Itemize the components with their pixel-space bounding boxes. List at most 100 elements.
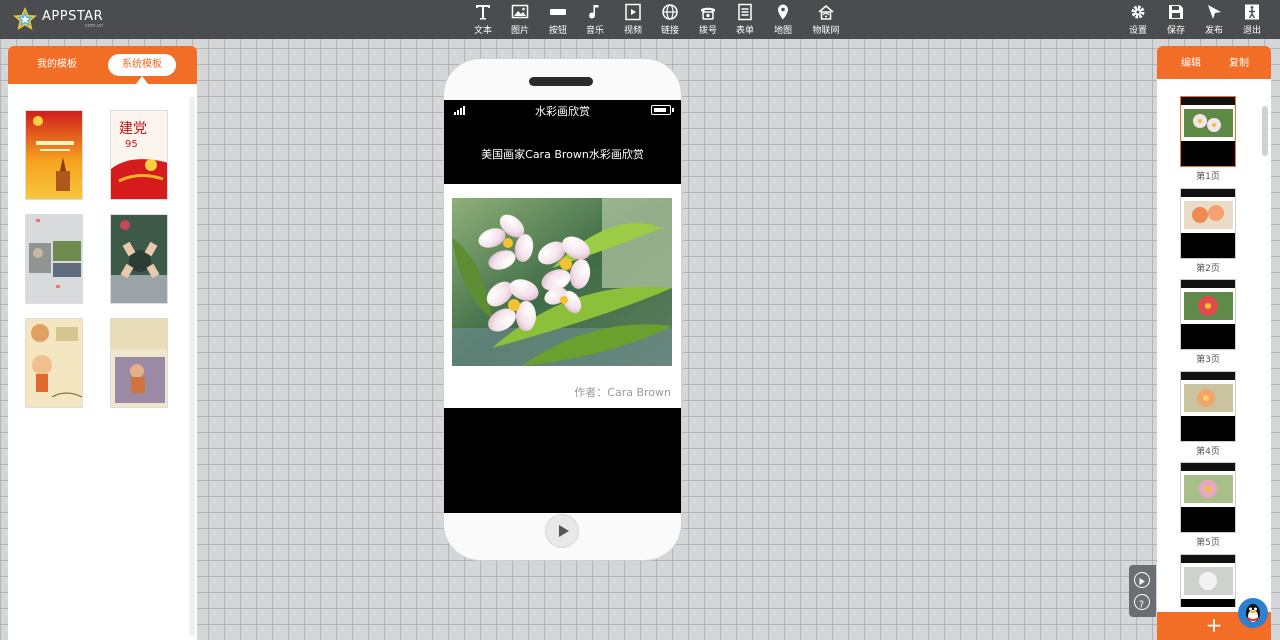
globe-icon: [662, 4, 678, 20]
map-pin-icon: [778, 4, 788, 20]
form-icon: [738, 3, 752, 21]
battery-icon: [651, 105, 674, 115]
page-item-3[interactable]: 第3页: [1180, 279, 1236, 365]
template-tabs: 我的模板 系统模板: [8, 46, 197, 84]
save-icon: [1169, 5, 1183, 19]
template-2-title: 建党: [119, 121, 147, 137]
tool-image[interactable]: 图片: [502, 3, 538, 37]
pages-panel: 编辑 复制 第1页 第2页 第3页 第4页 第5页 +: [1157, 46, 1271, 640]
page-3-preview: [1184, 292, 1233, 320]
tool-image-label: 图片: [510, 26, 529, 36]
page-item-5[interactable]: 第5页: [1180, 462, 1236, 548]
page-thumbnail: [1180, 96, 1236, 167]
page-1-preview: [1184, 109, 1233, 137]
page-thumbnail: [1180, 279, 1236, 350]
svg-text:?: ?: [1139, 600, 1144, 611]
app-logo[interactable]: APPSTAR com.cn: [12, 5, 103, 33]
page-6-preview: [1184, 567, 1233, 595]
tool-music[interactable]: 音乐: [577, 3, 613, 37]
page-4-preview: [1184, 384, 1233, 412]
tool-video[interactable]: 视频: [615, 3, 651, 37]
iot-icon: [818, 5, 834, 20]
page-item-1[interactable]: 第1页: [1180, 96, 1236, 182]
watercolor-painting-image[interactable]: [452, 198, 672, 366]
page-thumbnail: [1180, 188, 1236, 259]
preview-play-button[interactable]: [545, 514, 579, 548]
author-caption[interactable]: 作者：Cara Brown: [574, 384, 671, 400]
phone-icon: [701, 7, 715, 20]
top-toolbar: APPSTAR com.cn 文本 图片 按钮 音乐 视频 链接 拨号 表单 地…: [0, 0, 1280, 39]
page-item-2[interactable]: 第2页: [1180, 188, 1236, 274]
floating-side-tools: ?: [1129, 565, 1156, 617]
template-preview-5: [26, 319, 82, 407]
qq-support-icon[interactable]: [1238, 598, 1268, 628]
page-thumbnail: [1180, 462, 1236, 533]
template-thumb-6[interactable]: [110, 318, 168, 408]
phone-preview: 水彩画欣赏 美国画家Cara Brown水彩画欣赏 作者：Cara Brown: [444, 59, 681, 560]
status-bar: 水彩画欣赏: [444, 100, 681, 120]
tab-edit[interactable]: 编辑: [1181, 54, 1201, 69]
template-preview-6: [111, 319, 167, 407]
settings-button[interactable]: 设置: [1120, 3, 1156, 37]
tool-dial-label: 拨号: [698, 26, 717, 36]
tool-iot[interactable]: 物联网: [808, 3, 844, 37]
help-icon[interactable]: ?: [1134, 594, 1150, 611]
tool-form[interactable]: 表单: [727, 3, 763, 37]
tool-form-label: 表单: [735, 26, 754, 36]
template-thumb-4[interactable]: [110, 214, 168, 304]
page-list: 第1页 第2页 第3页 第4页 第5页: [1157, 79, 1271, 607]
template-preview-3: [26, 215, 82, 303]
tool-dial[interactable]: 拨号: [690, 3, 726, 37]
tab-system-templates[interactable]: 系统模板: [108, 54, 176, 76]
template-thumb-3[interactable]: [25, 214, 83, 304]
brand-domain: com.cn: [85, 22, 104, 29]
template-thumb-2[interactable]: 建党 95: [110, 110, 168, 200]
active-tab-pointer: [136, 76, 148, 84]
pages-tabs: 编辑 复制: [1157, 46, 1271, 79]
tool-button[interactable]: 按钮: [540, 3, 576, 37]
page-label: 第4页: [1196, 447, 1220, 457]
publish-button[interactable]: 发布: [1196, 3, 1232, 37]
tool-text[interactable]: 文本: [465, 3, 501, 37]
publish-label: 发布: [1204, 26, 1223, 36]
save-label: 保存: [1166, 26, 1185, 36]
tool-button-label: 按钮: [548, 26, 567, 36]
exit-label: 退出: [1242, 26, 1261, 36]
tool-video-label: 视频: [623, 26, 642, 36]
page-item-6[interactable]: [1180, 554, 1236, 607]
page-item-4[interactable]: 第4页: [1180, 371, 1236, 457]
music-icon: [589, 5, 599, 19]
image-icon: [511, 4, 529, 19]
button-icon: [550, 9, 566, 15]
tab-copy[interactable]: 复制: [1229, 54, 1249, 69]
video-icon: [625, 3, 641, 21]
gear-icon: [1131, 5, 1145, 19]
tool-link[interactable]: 链接: [652, 3, 688, 37]
preview-play-icon[interactable]: [1134, 572, 1150, 588]
template-2-number: 95: [125, 139, 138, 150]
page-5-preview: [1184, 475, 1233, 503]
pages-scrollbar[interactable]: [1262, 106, 1268, 156]
tool-map[interactable]: 地图: [765, 3, 801, 37]
page-headline[interactable]: 美国画家Cara Brown水彩画欣赏: [444, 146, 681, 162]
tool-music-label: 音乐: [585, 26, 604, 36]
page-2-preview: [1184, 201, 1233, 229]
template-grid: 建党 95: [8, 84, 197, 640]
save-button[interactable]: 保存: [1158, 3, 1194, 37]
exit-button[interactable]: 退出: [1234, 3, 1270, 37]
settings-label: 设置: [1128, 26, 1147, 36]
template-thumb-5[interactable]: [25, 318, 83, 408]
tool-iot-label: 物联网: [812, 26, 840, 36]
tab-my-templates[interactable]: 我的模板: [22, 54, 92, 76]
template-preview-1: [26, 111, 82, 199]
brand-name: APPSTAR: [42, 8, 104, 24]
publish-icon: [1208, 5, 1221, 19]
template-scrollbar[interactable]: [189, 96, 195, 636]
page-label: 第2页: [1196, 264, 1220, 274]
phone-screen[interactable]: 水彩画欣赏 美国画家Cara Brown水彩画欣赏 作者：Cara Brown: [444, 100, 681, 513]
phone-speaker: [529, 77, 593, 86]
page-label: 第1页: [1196, 172, 1220, 182]
template-thumb-1[interactable]: [25, 110, 83, 200]
page-thumbnail: [1180, 371, 1236, 442]
exit-icon: [1245, 4, 1259, 20]
